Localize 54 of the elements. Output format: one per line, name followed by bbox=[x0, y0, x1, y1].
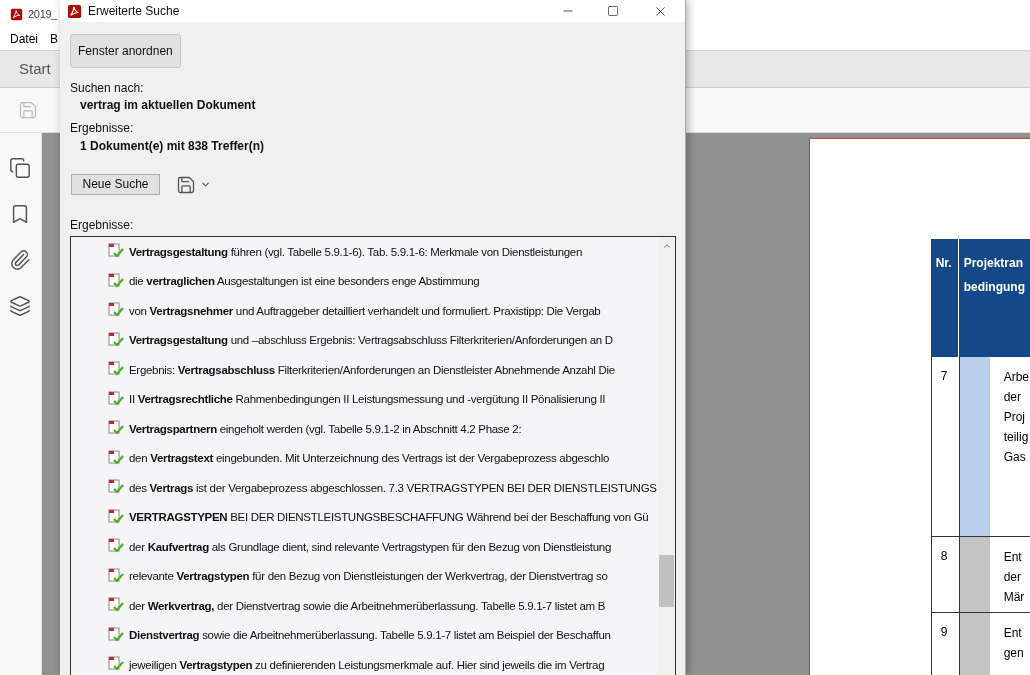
search-term: vertrag im aktuellen Dokument bbox=[80, 98, 256, 113]
row-number: 9 bbox=[931, 613, 960, 675]
caret-icon bbox=[200, 179, 211, 190]
search-label: Suchen nach: bbox=[70, 81, 144, 96]
result-item[interactable]: II Vertragsrechtliche Rahmenbedingungen II Leistungsmessung und -vergütung II Pönalisierung II bbox=[129, 392, 606, 407]
arrange-windows-button[interactable]: Fenster anordnen bbox=[70, 34, 181, 68]
dialog-title: Erweiterte Suche bbox=[88, 3, 181, 20]
results-summary: 1 Dokument(e) mit 838 Treffer(n) bbox=[80, 139, 265, 154]
save-menu-button[interactable] bbox=[176, 174, 211, 195]
document-check-icon bbox=[108, 331, 125, 349]
column-header: Projektran bedingung bbox=[962, 255, 1026, 296]
result-item[interactable]: des Vertrags ist der Vergabeprozess abgeschlossen. 7.3 VERTRAGSTYPEN BEI DER DIENSTLEISTUNGS bbox=[129, 480, 657, 495]
save-icon bbox=[176, 174, 196, 195]
pdf-app-icon bbox=[67, 3, 82, 19]
results-label: Ergebnisse: bbox=[70, 121, 134, 136]
result-item[interactable]: von Vertragsnehmer und Auftraggeber detailliert verhandelt und formuliert. Praxistipp: Die Vergab bbox=[129, 303, 601, 318]
row-number: 7 bbox=[931, 357, 960, 536]
start-tab[interactable]: Start bbox=[19, 57, 51, 81]
result-item[interactable]: Vertragspartnern eingeholt werden (vgl. Tabelle 5.9.1-2 in Abschnitt 4.2 Phase 2: bbox=[129, 421, 522, 436]
result-item[interactable]: den Vertragstext eingebunden. Mit Unterzeichnung des Vertrags ist der Vergabeprozess abgeschlo bbox=[129, 451, 610, 466]
column-header: Nr. bbox=[930, 239, 959, 357]
scroll-thumb[interactable] bbox=[659, 555, 674, 607]
layers-icon[interactable] bbox=[9, 295, 32, 317]
table-cell-text: Ent gen bbox=[1002, 625, 1025, 662]
app-title: 2019_ bbox=[28, 6, 58, 22]
pages-icon[interactable] bbox=[9, 157, 32, 179]
document-check-icon bbox=[108, 272, 125, 290]
list-label: Ergebnisse: bbox=[70, 218, 134, 233]
result-item[interactable]: Ergebnis: Vertragsabschluss Filterkriterien/Anforderungen an Dienstleister Abnehmende Anzahl Die bbox=[129, 362, 615, 377]
result-item[interactable]: Vertragsgestaltung führen (vgl. Tabelle 5.9.1-6). Tab. 5.9.1-6: Merkmale von Dienstleistungen bbox=[129, 244, 582, 259]
maximize-icon[interactable] bbox=[607, 5, 619, 17]
result-item[interactable]: Dienstvertrag sowie die Arbeitnehmerüberlassung. Tabelle 5.9.1-7 listet am Beispiel der Beschaffun bbox=[129, 628, 611, 643]
document-check-icon bbox=[108, 626, 125, 644]
document-check-icon bbox=[108, 390, 125, 408]
document-check-icon bbox=[108, 567, 125, 585]
menu-item[interactable]: Datei bbox=[10, 30, 38, 48]
result-item[interactable]: VERTRAGSTYPEN BEI DER DIENSTLEISTUNGSBESCHAFFUNG Während bei der Beschaffung von Gü bbox=[129, 510, 649, 525]
table-cell-text: Arbe der Proj teilig Gas bbox=[1002, 369, 1030, 466]
result-item[interactable]: relevante Vertragstypen für den Bezug von Dienstleistungen der Werkvertrag, der Dienstvertrag so bbox=[129, 569, 608, 584]
result-item[interactable]: jeweiligen Vertragstypen zu definierenden Leistungsmerkmale auf. Hier sind jeweils die im Vertrag bbox=[129, 657, 605, 672]
new-search-button[interactable]: Neue Suche bbox=[71, 174, 160, 195]
pdf-app-icon bbox=[10, 7, 23, 21]
paperclip-icon[interactable] bbox=[9, 249, 32, 271]
menu-item[interactable]: B bbox=[50, 30, 59, 48]
document-check-icon bbox=[108, 508, 125, 526]
scroll-up-icon[interactable] bbox=[661, 241, 672, 251]
result-item[interactable]: Vertragsgestaltung und –abschluss Ergebnis: Vertragsabschluss Filterkriterien/Anforderungen an D bbox=[129, 333, 613, 348]
scrollbar[interactable] bbox=[658, 237, 675, 675]
result-item[interactable]: die vertraglichen Ausgestaltungen ist eine besonders enge Abstimmung bbox=[129, 274, 480, 289]
document-check-icon bbox=[108, 449, 125, 467]
table-cell-text: Ent der Mär bbox=[1002, 549, 1026, 606]
result-item[interactable]: der Kaufvertrag als Grundlage dient, sind relevante Vertragstypen für den Bezug von Dienstleistung bbox=[129, 539, 611, 554]
result-item[interactable]: der Werkvertrag, der Dienstvertrag sowie die Arbeitnehmerüberlassung. Tabelle 5.9.1-7 listet am B bbox=[129, 598, 606, 613]
row-number: 8 bbox=[931, 537, 960, 612]
